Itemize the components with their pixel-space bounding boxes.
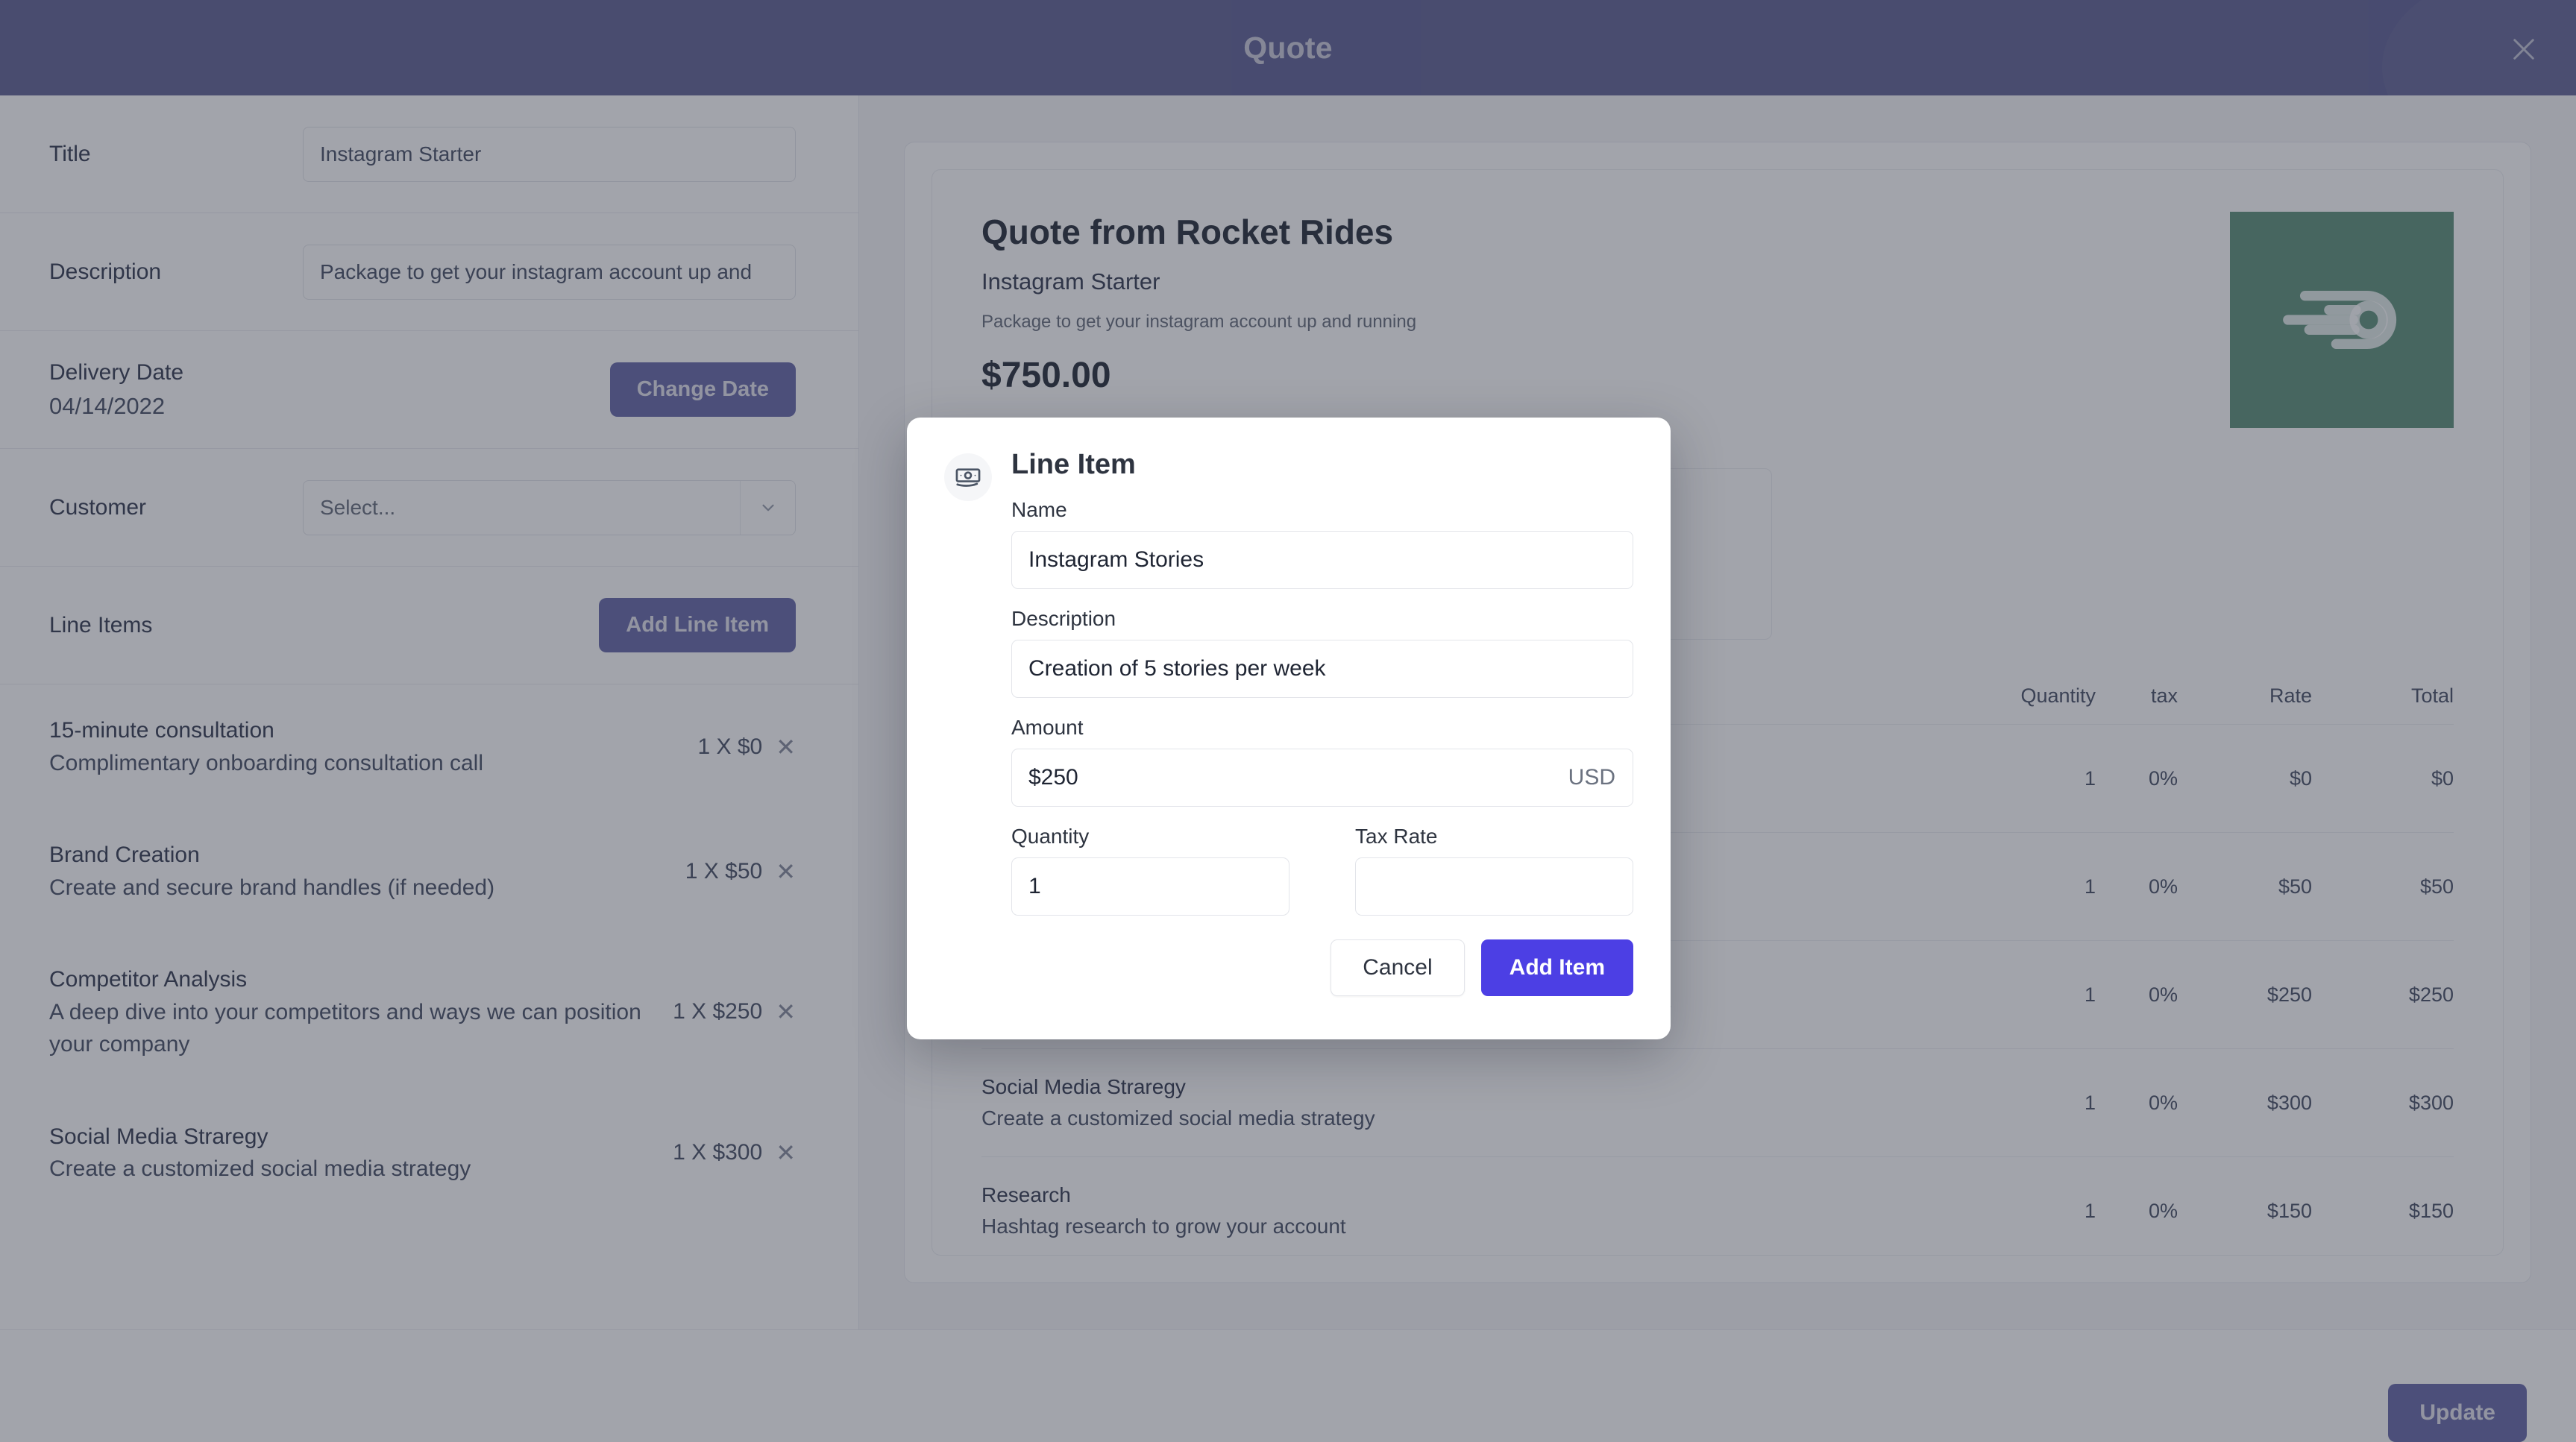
name-input[interactable]: Instagram Stories: [1011, 531, 1633, 589]
field-group-name: Name Instagram Stories: [1011, 498, 1633, 589]
quote-editor-app: Quote Title Instagram Starter Descriptio…: [0, 0, 2576, 1442]
tax-rate-column: Tax Rate: [1355, 825, 1633, 916]
description-input[interactable]: Creation of 5 stories per week: [1011, 640, 1633, 698]
tax-rate-input[interactable]: [1355, 857, 1633, 916]
description-label: Description: [1011, 607, 1116, 630]
quantity-label: Quantity: [1011, 825, 1090, 848]
dialog-body: Line Item Name Instagram Stories Descrip…: [1011, 450, 1633, 996]
field-group-amount: Amount $250 USD: [1011, 716, 1633, 807]
dialog-actions: Cancel Add Item: [1011, 939, 1633, 996]
field-group-description: Description Creation of 5 stories per we…: [1011, 607, 1633, 698]
dialog-title: Line Item: [1011, 449, 1136, 480]
amount-input[interactable]: $250: [1011, 749, 1633, 807]
line-item-dialog: Line Item Name Instagram Stories Descrip…: [907, 418, 1671, 1039]
dialog-header: Line Item Name Instagram Stories Descrip…: [944, 450, 1633, 996]
add-item-button[interactable]: Add Item: [1480, 939, 1633, 996]
name-label: Name: [1011, 498, 1067, 521]
amount-wrapper: $250 USD: [1011, 749, 1633, 807]
currency-label: USD: [1568, 765, 1615, 790]
quantity-input[interactable]: 1: [1011, 857, 1289, 916]
quantity-column: Quantity 1: [1011, 825, 1289, 916]
cancel-button[interactable]: Cancel: [1331, 939, 1465, 996]
cash-icon: [944, 453, 992, 501]
tax-rate-label: Tax Rate: [1355, 825, 1438, 848]
field-group-qty-tax: Quantity 1 Tax Rate: [1011, 825, 1633, 916]
amount-label: Amount: [1011, 716, 1084, 739]
